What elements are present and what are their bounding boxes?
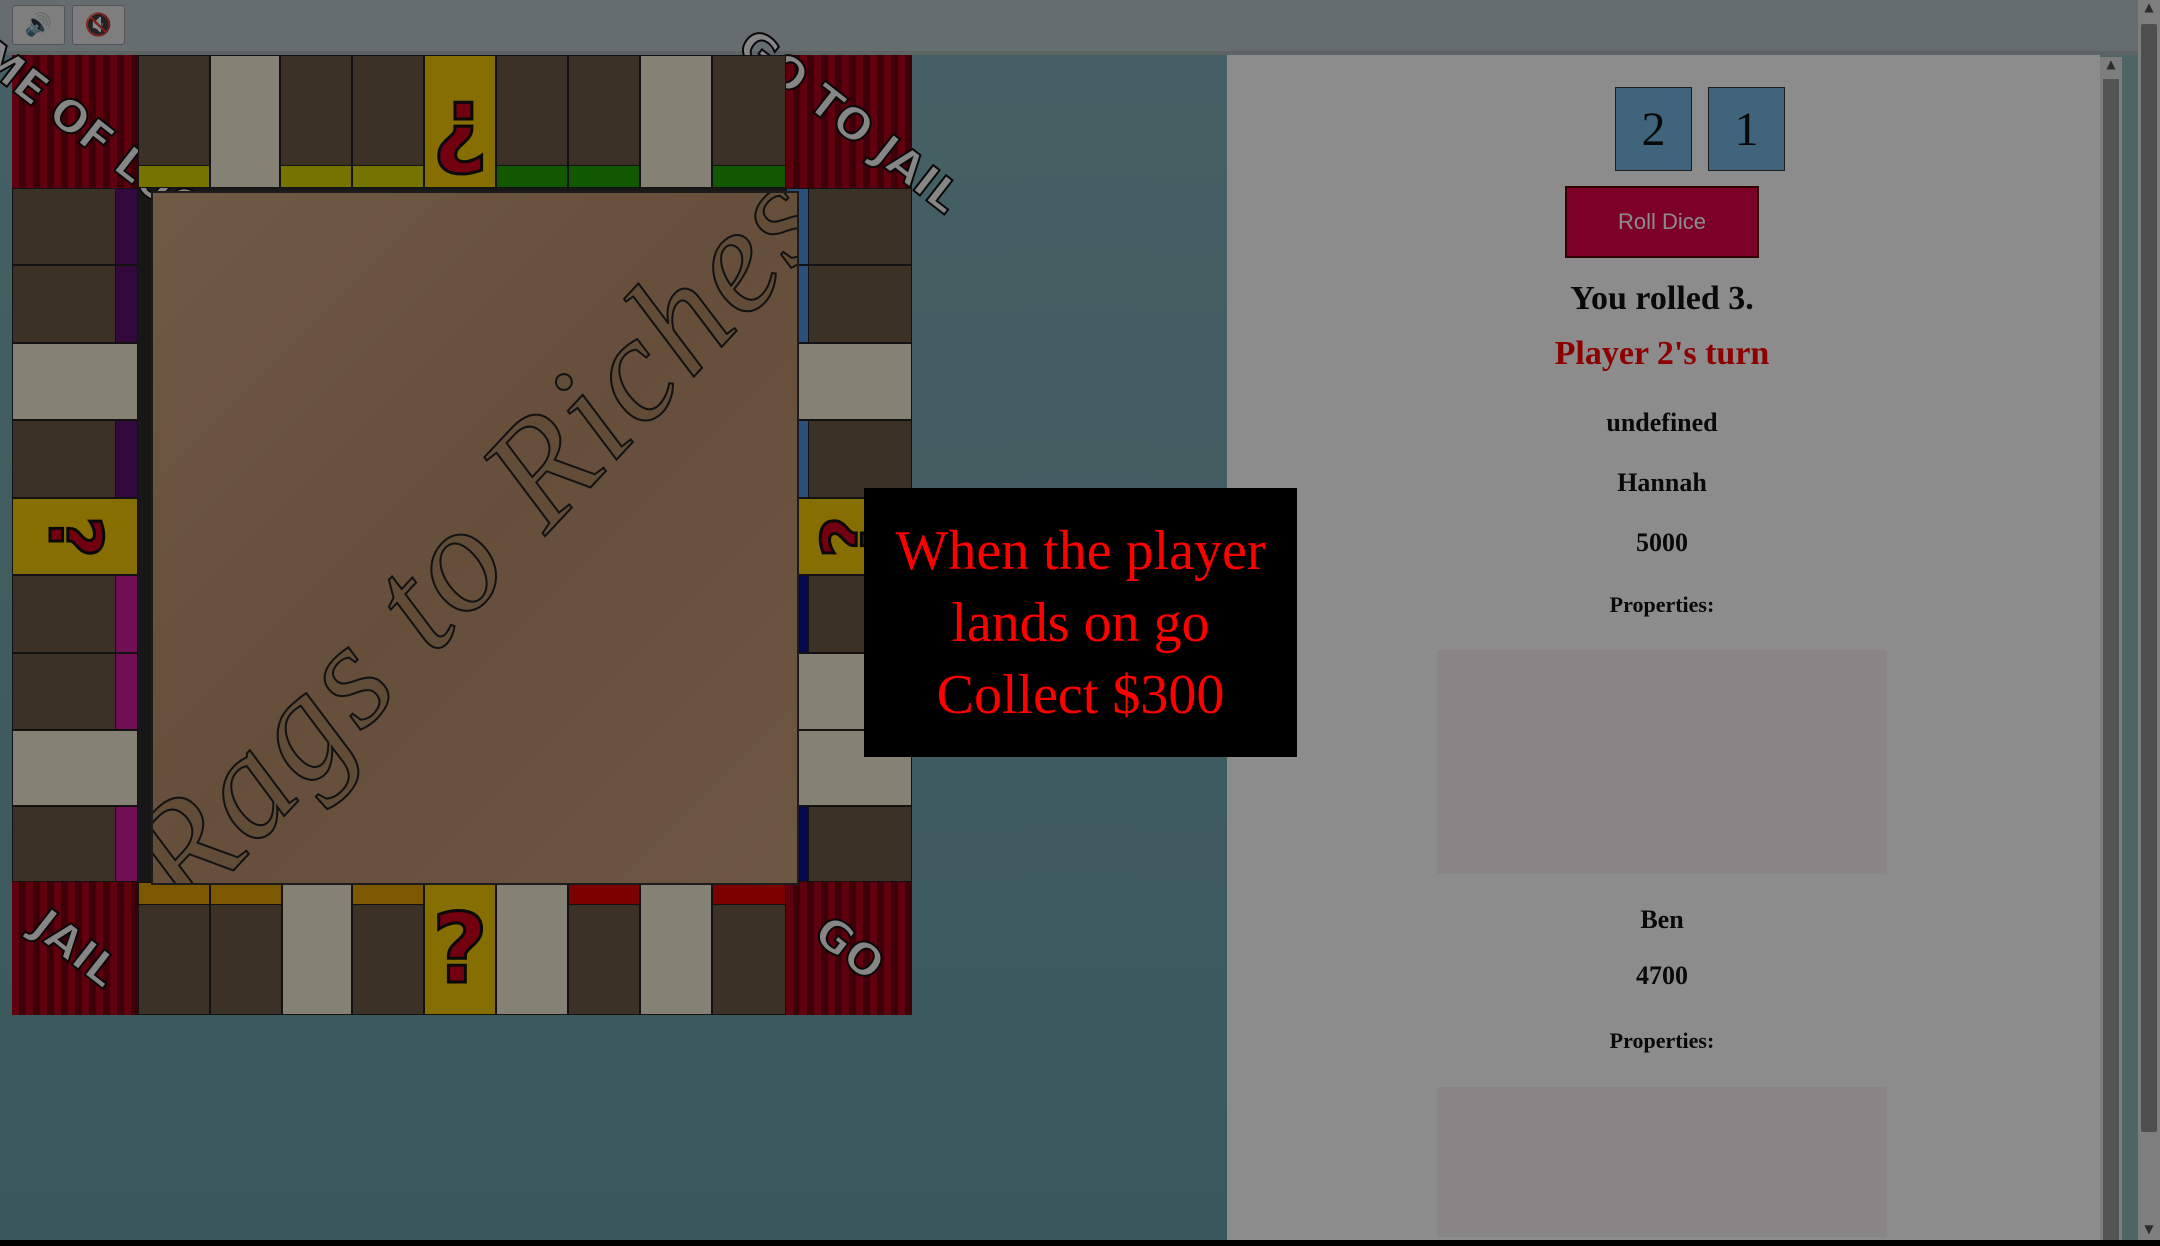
toolbar: 🔊 🔇 [0,0,2138,55]
color-band-green [496,165,568,188]
page-scrollbar[interactable]: ▲ ▼ [2138,0,2160,1240]
color-band-green [712,165,786,188]
chance-space[interactable]: ? [12,498,138,575]
die-2: 1 [1708,87,1785,171]
corner-go: GO [786,882,912,1015]
scroll-up-icon[interactable]: ▲ [2100,57,2122,75]
color-band-purple [115,420,138,498]
properties-list [1437,650,1887,874]
properties-label: Properties: [1609,592,1715,617]
color-band-purple [115,188,138,265]
roll-dice-button[interactable]: Roll Dice [1565,186,1759,258]
board-space[interactable] [12,343,138,420]
popup-message: When the player lands on go Collect $300 [895,519,1266,726]
inverted-question-icon: ¿ [431,64,490,179]
panel-scrollbar[interactable]: ▲ [2100,57,2122,1240]
board-space[interactable] [496,882,568,1015]
message-popup[interactable]: When the player lands on go Collect $300 [864,488,1297,757]
board-space[interactable] [640,55,712,188]
status-undefined: undefined [1606,408,1718,437]
color-band-yellow [352,165,424,188]
mute-icon: 🔇 [84,13,113,38]
speaker-icon: 🔊 [24,13,53,38]
player-name: Hannah [1617,468,1707,497]
board-space[interactable] [786,343,912,420]
question-icon: ? [431,891,490,1006]
corner-game-of-luck: GAME OF LUCK [0,0,238,256]
chance-space[interactable]: ¿ [424,55,496,188]
sound-on-button[interactable]: 🔊 [12,5,65,45]
board-space[interactable] [282,882,352,1015]
color-band-magenta [115,575,138,653]
scroll-up-icon[interactable]: ▲ [2138,0,2160,18]
question-icon: ? [32,514,119,559]
color-band-purple [115,265,138,343]
properties-label: Properties: [1609,1028,1715,1053]
color-band-green [568,165,640,188]
turn-indicator: Player 2's turn [1554,335,1770,372]
scrollbar-thumb[interactable] [2141,24,2157,1132]
color-band-orange [352,882,424,905]
scroll-down-icon[interactable]: ▼ [2138,1222,2160,1240]
color-band-orange [210,882,282,905]
color-band-red [568,882,640,905]
player-money: 4700 [1636,961,1688,990]
color-band-orange [138,882,210,905]
color-band-magenta [115,653,138,730]
corner-jail: JAIL [12,882,138,1015]
board-space[interactable] [210,55,280,188]
color-band-red [712,882,786,905]
color-band-yellow [138,165,210,188]
roll-result: You rolled 3. [1570,280,1754,317]
game-board: GAME OF LUCK GO TO JAIL JAIL GO ¿ ? ? [0,0,971,1015]
player-name: Ben [1640,905,1684,934]
board-space[interactable] [12,730,138,806]
color-band-magenta [115,806,138,882]
die-1: 2 [1615,87,1692,171]
chance-space[interactable]: ? [424,882,496,1015]
scrollbar-thumb[interactable] [2103,79,2119,1240]
color-band-yellow [280,165,352,188]
bottom-edge [0,1240,2160,1246]
board-title: Rags to Riches [151,191,799,885]
properties-list [1437,1087,1887,1237]
mute-button[interactable]: 🔇 [72,5,125,45]
board-center: Rags to Riches [151,191,799,885]
corner-go-to-jail: GO TO JAIL [728,18,971,224]
board-space[interactable] [640,882,712,1015]
player-money: 5000 [1636,528,1688,557]
